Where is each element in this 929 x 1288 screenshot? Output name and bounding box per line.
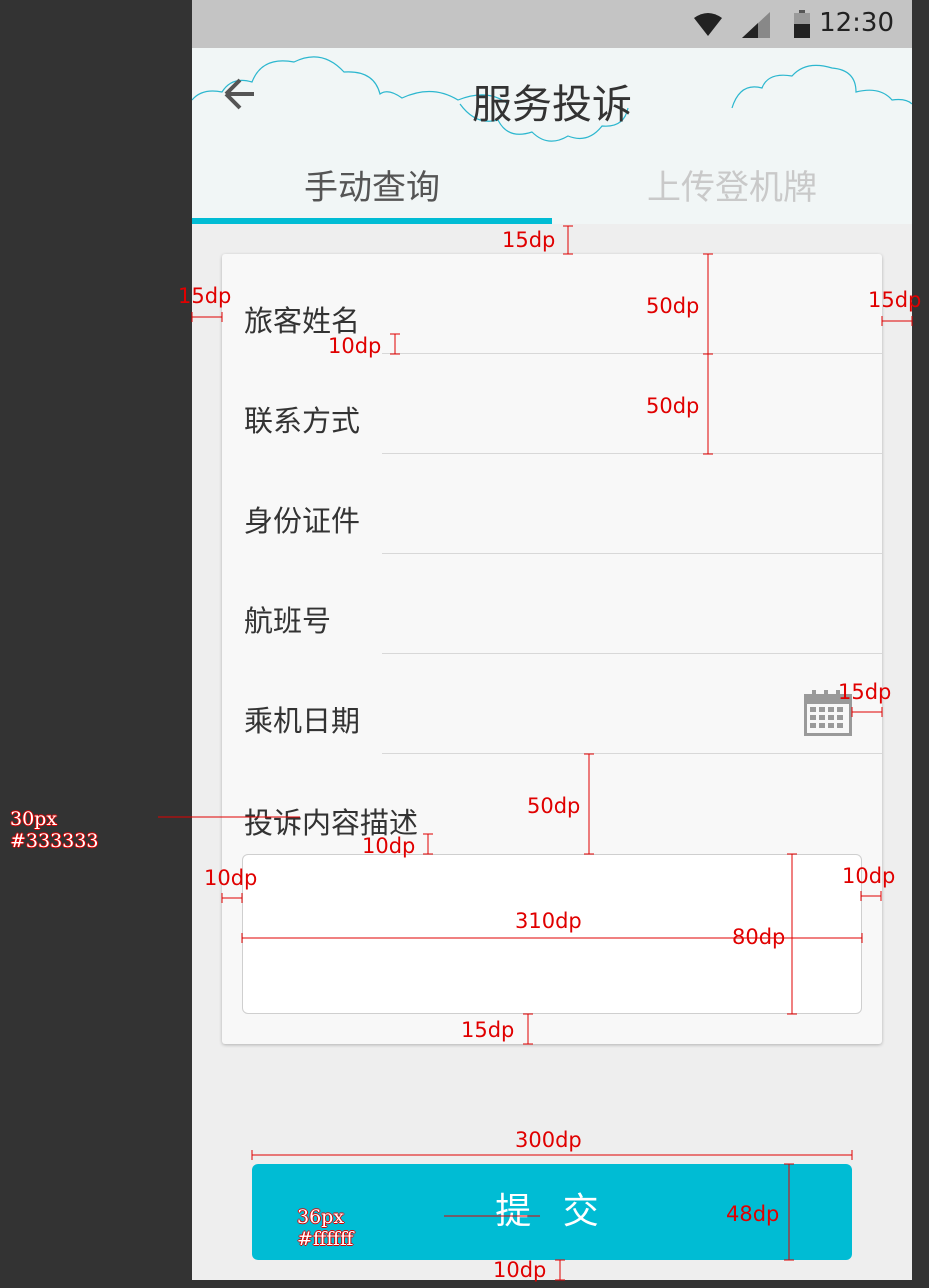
annotation-button-height: 48dp — [726, 1202, 780, 1226]
annotation-textarea-right: 10dp — [842, 864, 896, 888]
annotation-left-margin: 15dp — [178, 284, 232, 308]
annotation-label-font: 30px #333333 — [10, 808, 98, 852]
annotation-textarea-height: 80dp — [732, 925, 786, 949]
annotation-button-font-color: #ffffff — [297, 1228, 354, 1250]
annotation-top-gap: 15dp — [502, 228, 556, 252]
annotation-card-bottom: 15dp — [461, 1018, 515, 1042]
annotation-label-gap: 10dp — [328, 334, 382, 358]
annotation-desc-height: 50dp — [527, 794, 581, 818]
measurement-overlay — [158, 225, 913, 1281]
annotation-label-font-color: #333333 — [10, 830, 99, 852]
annotation-textarea-width: 310dp — [515, 909, 582, 933]
annotation-button-font: 36px #ffffff — [297, 1206, 353, 1250]
annotation-textarea-left: 10dp — [204, 866, 258, 890]
annotation-label-font-size: 30px — [10, 808, 58, 830]
annotation-desc-gap: 10dp — [362, 834, 416, 858]
annotation-button-width: 300dp — [515, 1128, 582, 1152]
annotation-button-font-size: 36px — [297, 1206, 345, 1228]
annotation-calendar-margin: 15dp — [838, 680, 892, 704]
annotation-right-margin: 15dp — [868, 288, 922, 312]
annotation-row2-height: 50dp — [646, 394, 700, 418]
annotation-row1-height: 50dp — [646, 294, 700, 318]
annotation-button-bottom: 10dp — [493, 1258, 547, 1282]
